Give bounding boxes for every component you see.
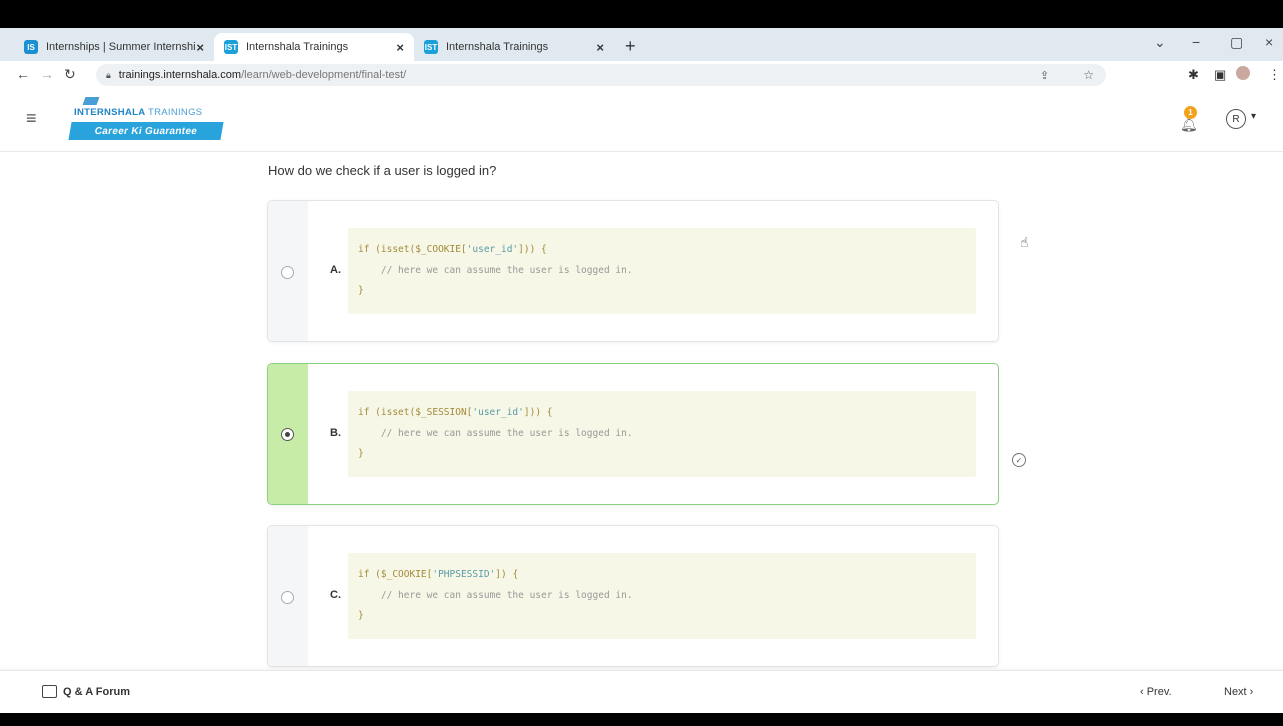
tab-title: Internships | Summer Internship <box>46 41 196 53</box>
tab-title: Internshala Trainings <box>246 41 349 53</box>
answer-option-b[interactable]: B. if (isset($_SESSION['user_id'])) { //… <box>267 363 999 505</box>
hand-cursor-icon: ☝︎ <box>1020 234 1029 250</box>
url-path: /learn/web-development/final-test/ <box>241 69 407 81</box>
code-string: 'PHPSESSID' <box>432 569 496 580</box>
reload-icon[interactable]: ↻ <box>64 66 76 83</box>
site-header: ≡ INTERNSHALA TRAININGS Career Ki Guaran… <box>0 89 1283 152</box>
radio-button[interactable] <box>281 266 294 279</box>
code-snippet: if (isset($_SESSION['user_id'])) { // he… <box>348 391 976 477</box>
qa-forum-label: Q & A Forum <box>63 685 131 698</box>
close-tab-icon[interactable]: × <box>396 40 404 55</box>
brand-flag-icon <box>82 97 100 105</box>
chevron-down-icon[interactable]: ▾ <box>1251 111 1256 122</box>
brand-logo[interactable]: INTERNSHALA TRAININGS <box>74 107 202 118</box>
brand-name: INTERNSHALA <box>74 107 146 118</box>
code-end: } <box>358 448 364 459</box>
internshala-trainings-favicon-icon: IST <box>424 40 438 54</box>
radio-button[interactable] <box>281 591 294 604</box>
tab-trainings[interactable]: IST Internshala Trainings × <box>414 33 614 61</box>
answer-option-a[interactable]: A. if (isset($_COOKIE['user_id'])) { // … <box>267 200 999 342</box>
next-button[interactable]: Next › <box>1224 686 1253 698</box>
forward-arrow-icon[interactable]: → <box>40 66 54 82</box>
profile-avatar-icon[interactable] <box>1236 66 1250 80</box>
notification-badge: 1 <box>1184 106 1197 119</box>
check-circle-icon: ✓ <box>1012 453 1026 467</box>
internshala-trainings-favicon-icon: IST <box>224 40 238 54</box>
code-snippet: if (isset($_COOKIE['user_id'])) { // her… <box>348 228 976 314</box>
code-comment: // here we can assume the user is logged… <box>358 265 633 276</box>
browser-window: IS Internships | Summer Internship × IST… <box>0 28 1283 713</box>
code-close: ])) { <box>523 407 553 418</box>
lock-icon: 🔒︎ <box>106 69 111 80</box>
tab-search-icon[interactable]: ⌄ <box>1154 34 1166 51</box>
hamburger-menu-icon[interactable]: ≡ <box>26 108 37 129</box>
code-end: } <box>358 610 364 621</box>
address-bar[interactable]: 🔒︎ trainings.internshala.com /learn/web-… <box>96 64 1106 86</box>
browser-toolbar: ← → ↻ 🔒︎ trainings.internshala.com /lear… <box>0 61 1283 90</box>
code-end: } <box>358 285 364 296</box>
code-comment: // here we can assume the user is logged… <box>358 428 633 439</box>
share-icon[interactable]: ⇪ <box>1040 69 1049 82</box>
tab-strip: IS Internships | Summer Internship × IST… <box>0 28 1283 61</box>
bookmark-star-icon[interactable]: ☆ <box>1083 68 1094 82</box>
qa-forum-link[interactable]: Q & A Forum <box>42 685 130 698</box>
forum-icon <box>42 685 57 698</box>
new-tab-button[interactable]: + <box>625 36 636 57</box>
maximize-button[interactable]: ▢ <box>1230 34 1243 51</box>
code-comment: // here we can assume the user is logged… <box>358 590 633 601</box>
browser-menu-icon[interactable]: ⋮ <box>1268 67 1281 83</box>
code-string: 'user_id' <box>466 244 519 255</box>
tab-trainings-active[interactable]: IST Internshala Trainings × <box>214 33 414 61</box>
extensions-icon[interactable]: ✱ <box>1188 67 1199 83</box>
quiz-footer: Q & A Forum ‹ Prev. Next › <box>0 670 1283 713</box>
notification-bell[interactable]: 🔔︎ 1 <box>1180 106 1198 132</box>
code-close: ]) { <box>495 569 519 580</box>
close-tab-icon[interactable]: × <box>596 40 604 55</box>
back-arrow-icon[interactable]: ← <box>16 66 30 82</box>
option-letter: B. <box>330 427 341 439</box>
code-string: 'user_id' <box>472 407 524 418</box>
brand-subname: TRAININGS <box>147 107 203 118</box>
tab-internships[interactable]: IS Internships | Summer Internship × <box>14 33 214 61</box>
code-close: ])) { <box>518 244 547 255</box>
minimize-button[interactable]: − <box>1192 34 1200 50</box>
user-avatar[interactable]: R <box>1226 109 1246 129</box>
code-snippet: if ($_COOKIE['PHPSESSID']) { // here we … <box>348 553 976 639</box>
tab-title: Internshala Trainings <box>446 41 549 53</box>
prev-button[interactable]: ‹ Prev. <box>1140 686 1172 698</box>
code-open: if (isset($_SESSION[ <box>358 407 473 418</box>
code-open: if ($_COOKIE[ <box>358 569 433 580</box>
close-tab-icon[interactable]: × <box>196 40 204 55</box>
brand-tagline: Career Ki Guarantee <box>68 122 224 140</box>
option-letter: A. <box>330 264 341 276</box>
answer-option-c[interactable]: C. if ($_COOKIE['PHPSESSID']) { // here … <box>267 525 999 667</box>
question-text: How do we check if a user is logged in? <box>268 163 497 178</box>
url-host: trainings.internshala.com <box>118 69 242 81</box>
close-window-button[interactable]: × <box>1265 34 1273 50</box>
side-panel-icon[interactable]: ▣ <box>1214 67 1226 83</box>
internshala-favicon-icon: IS <box>24 40 38 54</box>
radio-button-selected[interactable] <box>281 428 294 441</box>
option-letter: C. <box>330 589 341 601</box>
code-open: if (isset($_COOKIE[ <box>358 244 467 255</box>
